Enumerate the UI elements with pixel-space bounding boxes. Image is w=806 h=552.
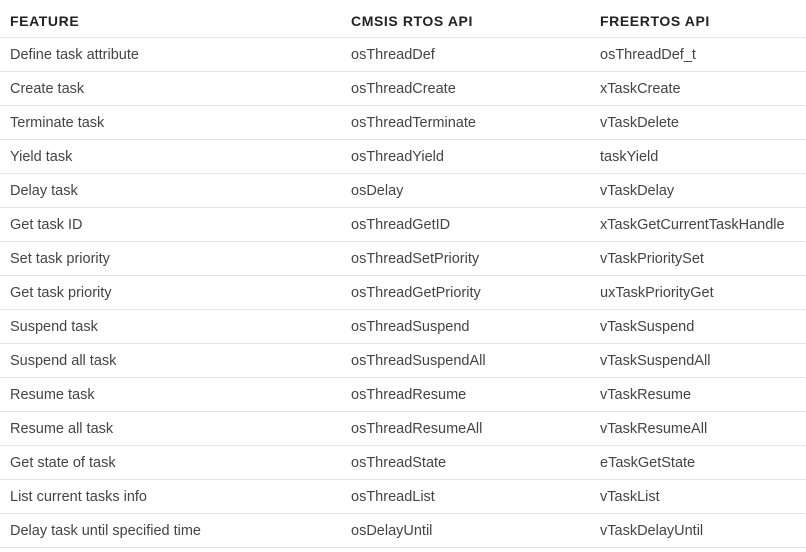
freertos-cell: vTaskResumeAll: [600, 420, 708, 437]
freertos-cell: uxTaskPriorityGet: [600, 284, 714, 301]
feature-cell: Set task priority: [10, 250, 110, 267]
feature-cell: List current tasks info: [10, 488, 147, 505]
feature-cell: Terminate task: [10, 114, 105, 131]
table-row: Resume all task osThreadResumeAll vTaskR…: [0, 412, 806, 446]
table-header-row: FEATURE CMSIS RTOS API FREERTOS API: [0, 0, 806, 38]
cmsis-cell: osThreadSuspend: [351, 318, 470, 335]
table-row: Delay task until specified time osDelayU…: [0, 514, 806, 548]
cmsis-cell: osThreadSuspendAll: [351, 352, 486, 369]
freertos-cell: vTaskDelete: [600, 114, 679, 131]
freertos-cell: eTaskGetState: [600, 454, 696, 471]
table-row: Define task attribute osThreadDef osThre…: [0, 38, 806, 72]
freertos-cell: xTaskGetCurrentTaskHandle: [600, 216, 785, 233]
freertos-cell: vTaskDelay: [600, 182, 675, 199]
feature-cell: Delay task until specified time: [10, 522, 201, 539]
freertos-cell: osThreadDef_t: [600, 46, 696, 63]
feature-cell: Get state of task: [10, 454, 116, 471]
cmsis-cell: osThreadGetID: [351, 216, 451, 233]
feature-cell: Get task priority: [10, 284, 112, 301]
cmsis-cell: osThreadSetPriority: [351, 250, 480, 267]
feature-cell: Yield task: [10, 148, 73, 165]
table-row: Yield task osThreadYield taskYield: [0, 140, 806, 174]
cmsis-cell: osDelayUntil: [351, 522, 433, 539]
freertos-cell: vTaskList: [600, 488, 660, 505]
cmsis-cell: osThreadResumeAll: [351, 420, 483, 437]
cmsis-cell: osThreadTerminate: [351, 114, 476, 131]
feature-cell: Resume all task: [10, 420, 114, 437]
table-row: Get state of task osThreadState eTaskGet…: [0, 446, 806, 480]
table-row: Create task osThreadCreate xTaskCreate: [0, 72, 806, 106]
cmsis-cell: osThreadYield: [351, 148, 444, 165]
feature-cell: Suspend task: [10, 318, 98, 335]
table-row: List current tasks info osThreadList vTa…: [0, 480, 806, 514]
api-comparison-table: FEATURE CMSIS RTOS API FREERTOS API Defi…: [0, 0, 806, 548]
table-row: Get task priority osThreadGetPriority ux…: [0, 276, 806, 310]
table-row: Suspend task osThreadSuspend vTaskSuspen…: [0, 310, 806, 344]
header-freertos-api: FREERTOS API: [600, 12, 710, 29]
table-row: Delay task osDelay vTaskDelay: [0, 174, 806, 208]
feature-cell: Create task: [10, 80, 85, 97]
table-row: Suspend all task osThreadSuspendAll vTas…: [0, 344, 806, 378]
feature-cell: Resume task: [10, 386, 95, 403]
feature-cell: Get task ID: [10, 216, 83, 233]
cmsis-cell: osThreadCreate: [351, 80, 456, 97]
freertos-cell: xTaskCreate: [600, 80, 681, 97]
cmsis-cell: osThreadState: [351, 454, 447, 471]
table-row: Resume task osThreadResume vTaskResume: [0, 378, 806, 412]
freertos-cell: vTaskSuspend: [600, 318, 695, 335]
table-row: Terminate task osThreadTerminate vTaskDe…: [0, 106, 806, 140]
cmsis-cell: osThreadResume: [351, 386, 467, 403]
cmsis-cell: osDelay: [351, 182, 404, 199]
cmsis-cell: osThreadGetPriority: [351, 284, 481, 301]
feature-cell: Delay task: [10, 182, 78, 199]
cmsis-cell: osThreadList: [351, 488, 435, 505]
table-row: Get task ID osThreadGetID xTaskGetCurren…: [0, 208, 806, 242]
cmsis-cell: osThreadDef: [351, 46, 435, 63]
table-row: Set task priority osThreadSetPriority vT…: [0, 242, 806, 276]
header-feature: FEATURE: [10, 12, 80, 29]
freertos-cell: vTaskPrioritySet: [600, 250, 704, 267]
freertos-cell: vTaskDelayUntil: [600, 522, 704, 539]
feature-cell: Define task attribute: [10, 46, 139, 63]
freertos-cell: vTaskResume: [600, 386, 692, 403]
feature-cell: Suspend all task: [10, 352, 117, 369]
freertos-cell: taskYield: [600, 148, 659, 165]
header-cmsis-rtos-api: CMSIS RTOS API: [351, 12, 473, 29]
freertos-cell: vTaskSuspendAll: [600, 352, 711, 369]
